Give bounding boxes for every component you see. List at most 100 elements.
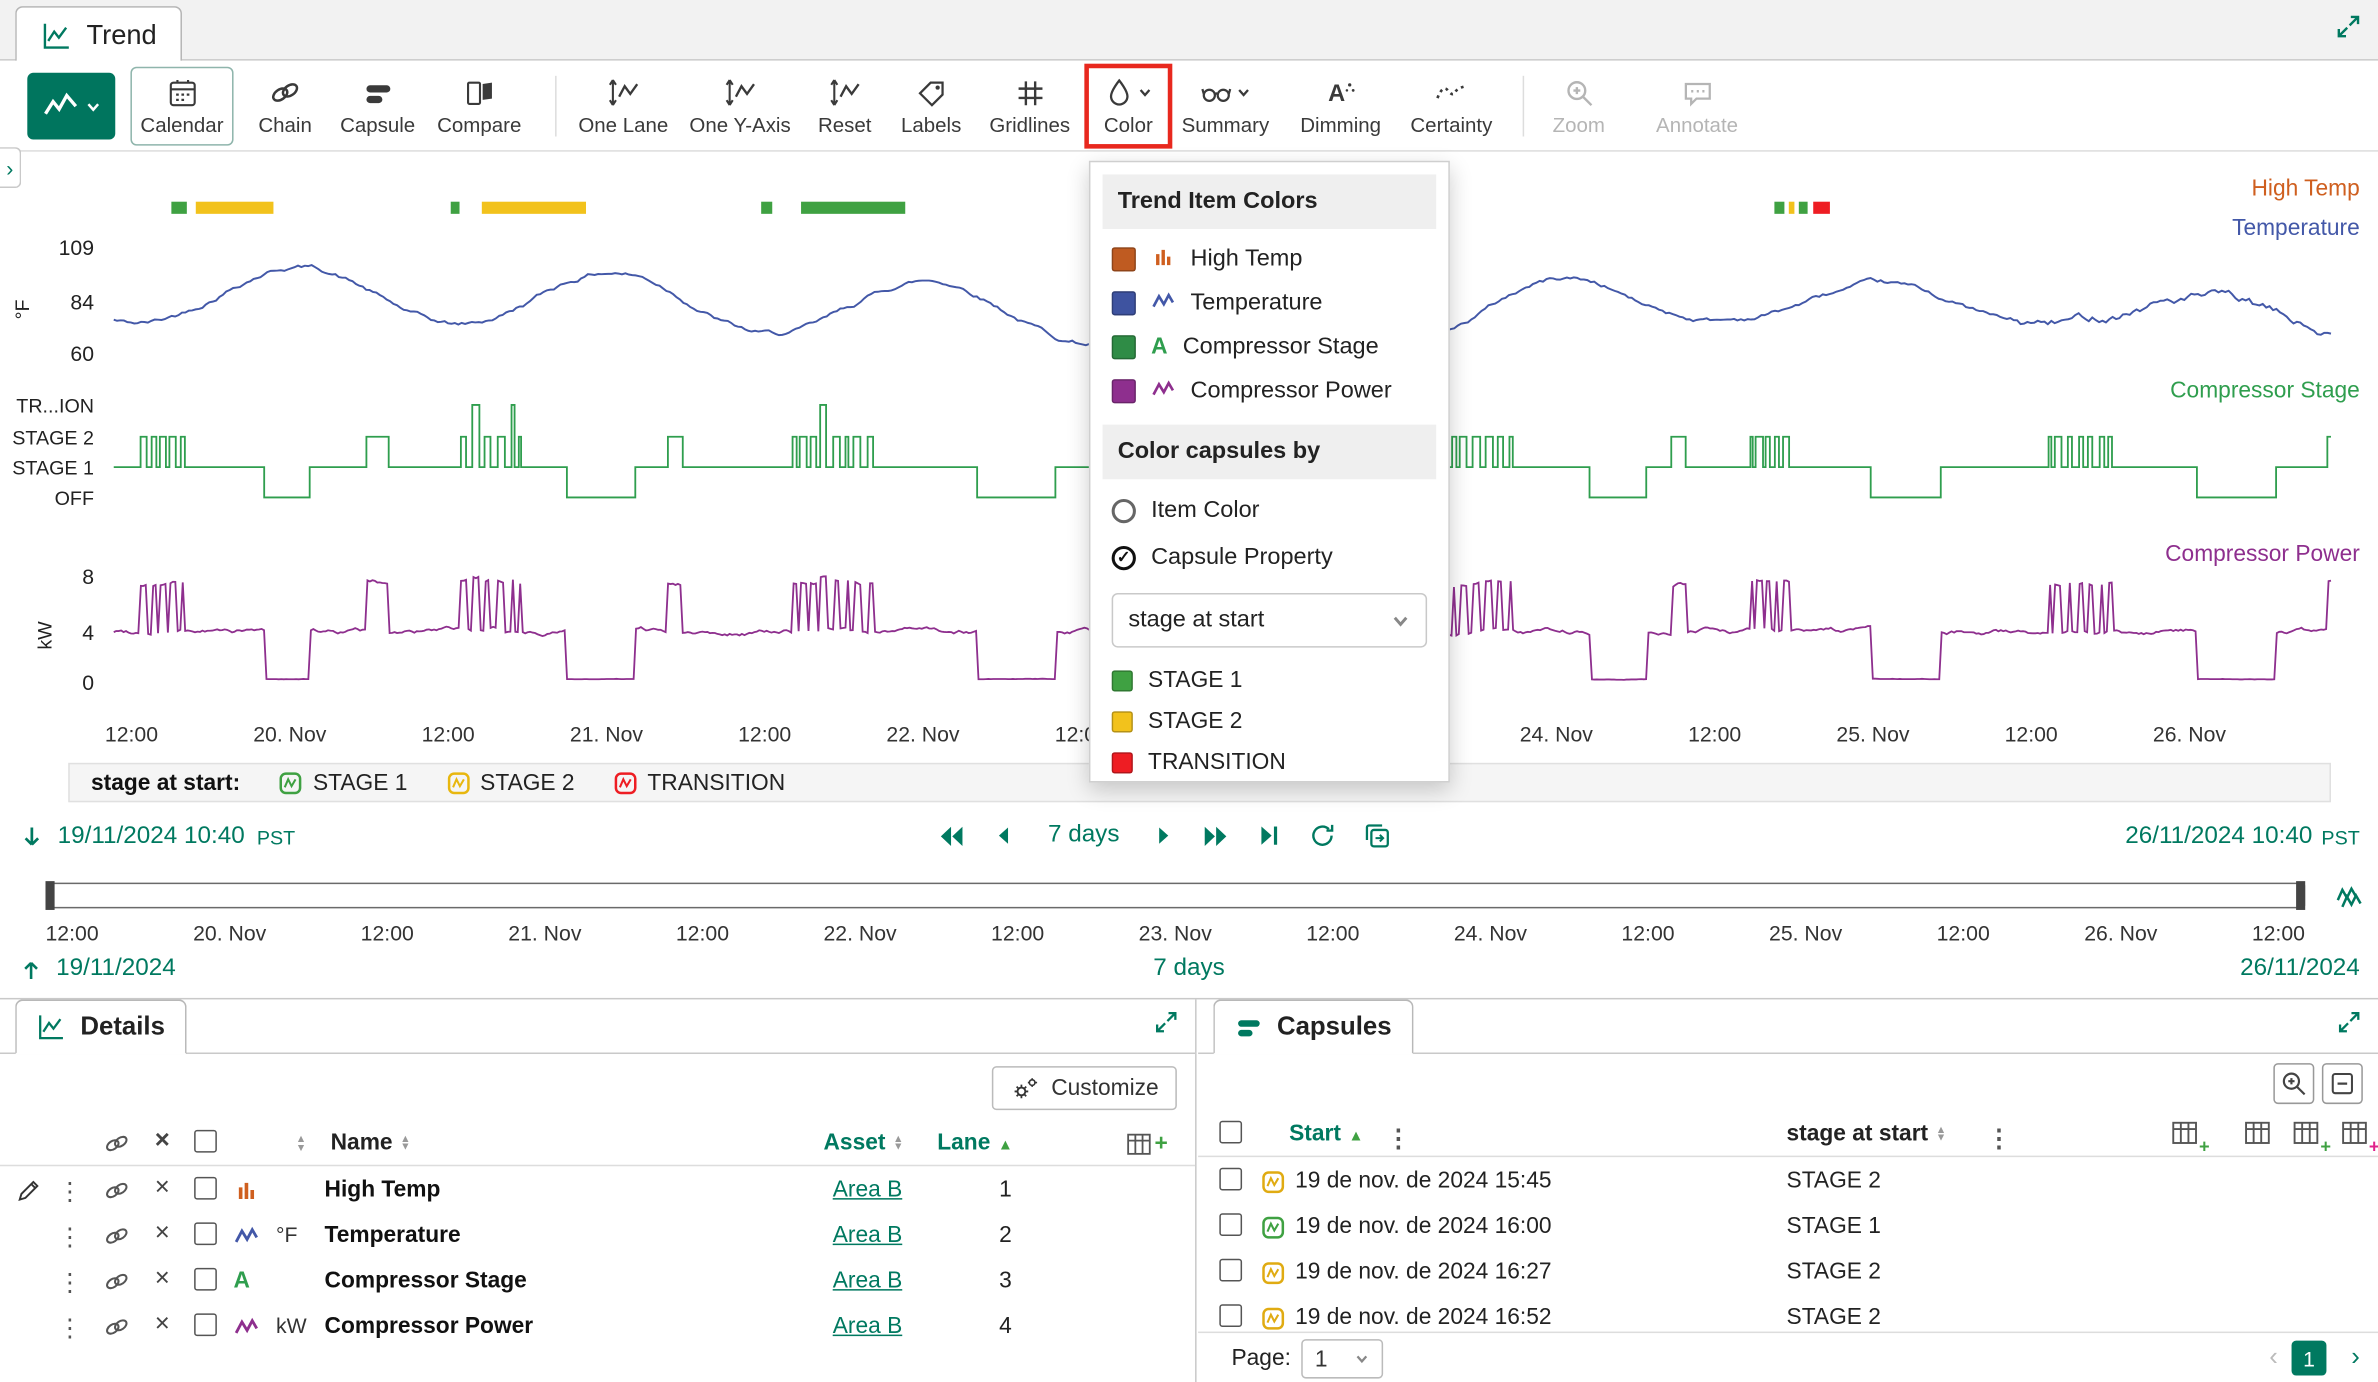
capsule-property-select[interactable]: stage at start	[1112, 593, 1427, 648]
chain-icon[interactable]	[103, 1222, 130, 1249]
radio-unselected-icon[interactable]	[1112, 498, 1136, 522]
asset-link[interactable]: Area B	[819, 1177, 916, 1203]
labels-button[interactable]: Labels	[892, 67, 971, 146]
remove-icon[interactable]: ×	[155, 1222, 170, 1243]
color-item-temperature[interactable]: Temperature	[1103, 281, 1437, 325]
column-name[interactable]: Name▲▼	[331, 1130, 411, 1156]
add-column-icon[interactable]: +	[1124, 1130, 1168, 1159]
fullscreen-icon[interactable]	[2334, 12, 2363, 41]
next-page-button[interactable]: ›	[2351, 1342, 2360, 1372]
chain-icon[interactable]	[103, 1268, 130, 1295]
reset-button[interactable]: Reset	[807, 67, 883, 146]
row-menu-icon[interactable]: ⋮	[58, 1177, 82, 1207]
details-row-high-temp[interactable]: ⋮ × High Temp Area B 1	[0, 1169, 1195, 1214]
column-lane[interactable]: Lane▲	[937, 1130, 1013, 1156]
capsule-row[interactable]: 19 de nov. de 2024 16:27 STAGE 2	[1198, 1251, 2378, 1296]
asset-link[interactable]: Area B	[819, 1313, 916, 1339]
summary-button[interactable]: Summary	[1177, 67, 1274, 146]
details-panel-tab[interactable]: Details	[15, 999, 186, 1054]
tab-trend[interactable]: Trend	[15, 6, 182, 62]
add-stat-column-icon[interactable]: +	[2290, 1118, 2326, 1151]
zoom-to-capsule-button[interactable]	[2273, 1063, 2314, 1104]
row-checkbox[interactable]	[1219, 1259, 1242, 1282]
capsule-row[interactable]: 19 de nov. de 2024 16:00 STAGE 1	[1198, 1206, 2378, 1251]
range-start[interactable]: 19/11/2024 10:40 PST	[18, 824, 295, 851]
chain-button[interactable]: Chain	[246, 67, 325, 146]
calendar-button[interactable]: Calendar	[130, 67, 233, 146]
color-swatch[interactable]	[1112, 378, 1136, 402]
column-menu-icon[interactable]: ⋮	[1987, 1124, 2011, 1154]
asset-link[interactable]: Area B	[819, 1268, 916, 1294]
scrubber-left-handle[interactable]	[45, 881, 54, 910]
remove-column-icon[interactable]: ×	[155, 1130, 170, 1151]
chain-icon[interactable]	[103, 1313, 130, 1340]
time-range-scrubber[interactable]	[45, 883, 2305, 909]
details-row-temperature[interactable]: ⋮ × °F Temperature Area B 2	[0, 1215, 1195, 1260]
row-menu-icon[interactable]: ⋮	[58, 1268, 82, 1298]
add-column-icon[interactable]: +	[2169, 1118, 2205, 1151]
chain-icon[interactable]	[103, 1177, 130, 1204]
details-row-compressor-stage[interactable]: ⋮ × A Compressor Stage Area B 3	[0, 1260, 1195, 1305]
row-checkbox[interactable]	[1219, 1304, 1242, 1327]
color-item-compressor-power[interactable]: Compressor Power	[1103, 369, 1437, 413]
current-page[interactable]: 1	[2292, 1341, 2327, 1376]
gridlines-button[interactable]: Gridlines	[980, 67, 1080, 146]
customize-button[interactable]: Customize	[992, 1066, 1177, 1110]
step-forward-fast-button[interactable]	[1201, 821, 1230, 850]
row-checkbox[interactable]	[1219, 1168, 1242, 1191]
select-all-checkbox[interactable]	[1219, 1121, 1242, 1144]
radio-item-color[interactable]: Item Color	[1103, 487, 1437, 534]
certainty-button[interactable]: Certainty	[1401, 67, 1501, 146]
step-to-end-button[interactable]	[1256, 822, 1283, 849]
edit-icon[interactable]	[15, 1177, 42, 1204]
row-checkbox[interactable]	[194, 1222, 217, 1245]
table-icon[interactable]	[2242, 1118, 2278, 1151]
capsule-button[interactable]: Capsule	[334, 67, 422, 146]
investigate-duration[interactable]: 7 days	[1153, 955, 1224, 982]
color-swatch[interactable]	[1112, 290, 1136, 314]
one-lane-button[interactable]: One Lane	[573, 67, 673, 146]
details-row-compressor-power[interactable]: ⋮ × kW Compressor Power Area B 4	[0, 1306, 1195, 1351]
color-swatch[interactable]	[1112, 334, 1136, 358]
color-item-compressor-stage[interactable]: A Compressor Stage	[1103, 325, 1437, 369]
trend-view-picker-button[interactable]	[27, 73, 115, 140]
step-back-fast-button[interactable]	[937, 821, 966, 850]
unchain-column-icon[interactable]	[103, 1130, 130, 1157]
one-y-axis-button[interactable]: One Y-Axis	[682, 67, 797, 146]
color-swatch[interactable]	[1112, 246, 1136, 270]
scrubber-right-handle[interactable]	[2296, 881, 2305, 910]
prev-page-button[interactable]: ‹	[2269, 1342, 2278, 1372]
capsules-expand-icon[interactable]	[2336, 1009, 2363, 1036]
row-checkbox[interactable]	[194, 1268, 217, 1291]
duplicate-range-button[interactable]	[1362, 820, 1392, 850]
investigate-end[interactable]: 26/11/2024	[2240, 955, 2360, 982]
dimming-button[interactable]: Dimming	[1292, 67, 1389, 146]
color-item-high-temp[interactable]: High Temp	[1103, 237, 1437, 281]
column-menu-icon[interactable]: ⋮	[1386, 1124, 1410, 1154]
collapse-button[interactable]	[2322, 1063, 2363, 1104]
row-checkbox[interactable]	[194, 1313, 217, 1336]
capsule-row[interactable]: 19 de nov. de 2024 15:45 STAGE 2	[1198, 1160, 2378, 1205]
add-property-column-icon[interactable]: +	[2339, 1118, 2375, 1151]
row-menu-icon[interactable]: ⋮	[58, 1313, 82, 1343]
details-expand-icon[interactable]	[1153, 1009, 1180, 1036]
select-all-checkbox[interactable]	[194, 1130, 217, 1153]
column-stage-at-start[interactable]: stage at start▲▼	[1787, 1121, 1947, 1147]
row-menu-icon[interactable]: ⋮	[58, 1222, 82, 1252]
asset-link[interactable]: Area B	[819, 1222, 916, 1248]
investigate-start[interactable]: 19/11/2024	[18, 955, 176, 982]
range-duration[interactable]: 7 days	[1048, 822, 1119, 849]
step-forward-button[interactable]	[1151, 824, 1175, 848]
color-button[interactable]: Color	[1090, 67, 1166, 146]
row-checkbox[interactable]	[1219, 1213, 1242, 1236]
refresh-button[interactable]	[1309, 822, 1336, 849]
column-asset[interactable]: Asset▲▼	[824, 1130, 904, 1156]
expand-panel-chevron[interactable]: ›	[0, 147, 21, 188]
column-start[interactable]: Start▲	[1289, 1121, 1363, 1147]
page-select[interactable]: 1	[1301, 1339, 1383, 1378]
radio-capsule-property[interactable]: ✓ Capsule Property	[1103, 534, 1437, 581]
sort-icon[interactable]: ▲▼	[296, 1136, 307, 1153]
remove-icon[interactable]: ×	[155, 1268, 170, 1289]
remove-icon[interactable]: ×	[155, 1313, 170, 1334]
compare-button[interactable]: Compare	[431, 67, 528, 146]
